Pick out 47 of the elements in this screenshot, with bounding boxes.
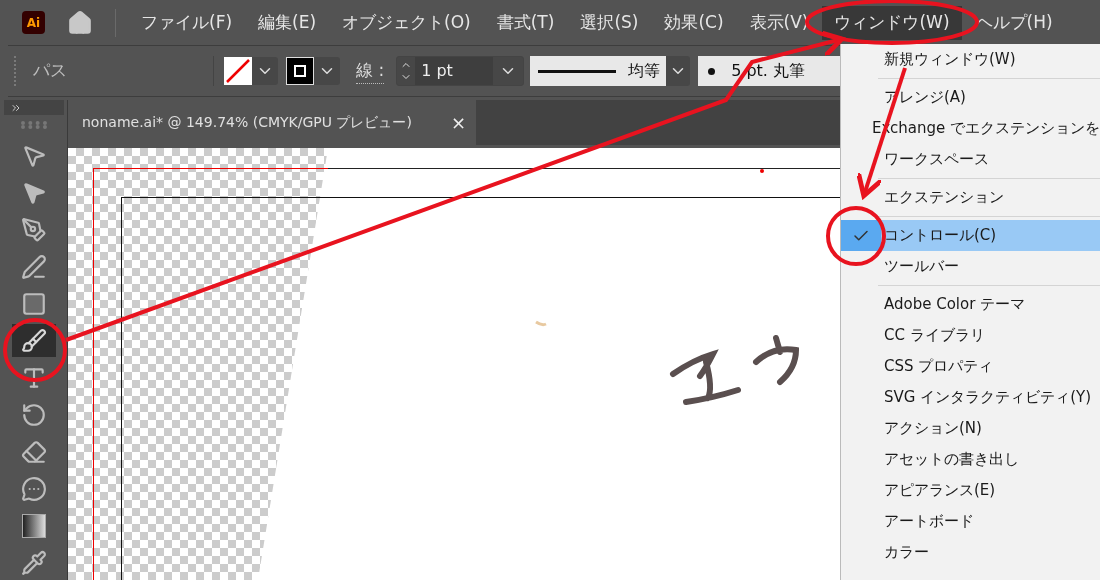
eyedropper-icon (20, 549, 47, 576)
menu-entry[interactable]: CSS プロパティ (841, 351, 1100, 382)
menu-item[interactable]: 編集(E) (246, 5, 329, 40)
menu-entry[interactable]: SVG インタラクティビティ(Y) (841, 382, 1100, 413)
menu-item[interactable]: オブジェクト(O) (330, 5, 483, 40)
stroke-profile-dropdown[interactable]: 均等 (530, 56, 691, 86)
stroke-control[interactable] (286, 57, 340, 85)
menu-entry[interactable]: カラー (841, 537, 1100, 568)
menu-entry[interactable]: アセットの書き出し (841, 444, 1100, 475)
tool-button[interactable] (11, 324, 56, 357)
menu-entry[interactable]: CC ライブラリ (841, 320, 1100, 351)
menu-item[interactable]: ファイル(F) (129, 5, 245, 40)
menu-entry[interactable]: ツールバー (841, 251, 1100, 282)
menu-item[interactable]: ヘルプ(H) (963, 5, 1065, 40)
menu-entry[interactable]: アクション(N) (841, 413, 1100, 444)
annotation-circle (3, 318, 67, 382)
menu-entry[interactable]: ワークスペース (841, 144, 1100, 175)
grip-handle[interactable] (20, 121, 47, 129)
pen-nib-icon (20, 216, 47, 243)
grip-handle[interactable] (14, 56, 17, 86)
document-tab[interactable]: noname.ai* @ 149.74% (CMYK/GPU プレビュー) × (68, 100, 476, 145)
paintbrush-icon (20, 327, 47, 354)
app-logo: Ai (22, 11, 45, 34)
menu-item[interactable]: 書式(T) (484, 5, 567, 40)
menu-entry[interactable]: アートボード (841, 506, 1100, 537)
menu-entry[interactable]: アピアランス(E) (841, 475, 1100, 506)
home-icon[interactable] (67, 9, 93, 36)
rectangle-icon (20, 290, 47, 317)
menu-entry[interactable]: エクステンション (841, 182, 1100, 213)
menu-item[interactable]: ウィンドウ(W) (822, 5, 962, 40)
menu-entry[interactable]: コントロール(C) (841, 220, 1100, 251)
stroke-label: 線 : (356, 57, 385, 85)
eraser-icon (20, 438, 47, 465)
annotation-circle (826, 206, 886, 266)
close-button[interactable]: × (450, 109, 466, 136)
no-fill-swatch-icon (224, 57, 252, 85)
rotate-icon (20, 401, 47, 428)
line-profile-icon (538, 69, 617, 73)
stroke-weight-field[interactable]: 1 pt (396, 56, 525, 86)
fill-control[interactable] (224, 57, 278, 85)
document-title: noname.ai* @ 149.74% (CMYK/GPU プレビュー) (82, 113, 412, 132)
gradient-icon (21, 513, 46, 538)
menu-entry[interactable]: Adobe Color テーマ (841, 289, 1100, 320)
selection-label: パス (33, 59, 68, 83)
menu-item[interactable]: 選択(S) (568, 5, 651, 40)
menu-item[interactable]: 効果(C) (652, 5, 736, 40)
stroke-swatch-icon (286, 57, 314, 85)
